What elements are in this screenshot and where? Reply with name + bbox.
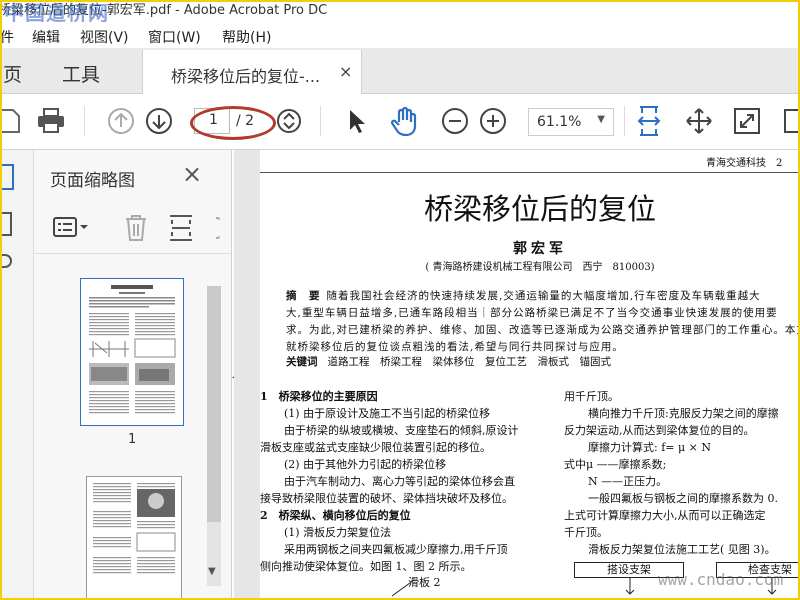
menu-help[interactable]: 帮助(H) bbox=[222, 27, 271, 47]
keywords-label: 关键词 bbox=[286, 356, 318, 368]
article-affiliation: ( 青海路桥建设机械工程有限公司 西宁 810003) bbox=[425, 262, 655, 273]
abstract-line: 求。为此,对已建桥梁的养护、维修、加固、改造等已逐渐成为公路交通养护管理部门的工… bbox=[286, 324, 800, 336]
toolbar-divider bbox=[320, 106, 321, 136]
abstract-line: 大,重型车辆日益增多,已通车路段相当｜部分公路桥梁已满足不了当今交通事业快速发展… bbox=[286, 307, 778, 319]
menu-file[interactable]: 件 bbox=[2, 27, 14, 47]
body-line: 用千斤顶。 bbox=[564, 390, 619, 403]
menu-window[interactable]: 窗口(W) bbox=[148, 27, 201, 47]
more-tools-icon[interactable] bbox=[778, 106, 798, 136]
page-thumbnail-2[interactable] bbox=[86, 476, 182, 598]
body-line: 横向推力千斤顶:克服反力架之间的摩擦 bbox=[588, 407, 779, 420]
abstract-line: 随着我国社会经济的快速持续发展,交通运输量的大幅度增加,行车密度及车辆载重越大 bbox=[326, 290, 761, 302]
body-line: 式中μ ——摩擦系数; bbox=[564, 458, 667, 471]
thumbnail-page-number: 1 bbox=[128, 432, 137, 447]
tab-document-label: 桥梁移位后的复位-... bbox=[171, 67, 321, 86]
zoom-out-icon[interactable] bbox=[440, 106, 470, 136]
abstract-label: 摘 要 bbox=[286, 290, 321, 302]
toolbar-divider bbox=[624, 106, 625, 136]
page-thumbnails-icon[interactable] bbox=[2, 164, 14, 190]
tab-tools[interactable]: 工具 bbox=[62, 60, 100, 87]
body-line: 千斤顶。 bbox=[564, 526, 608, 539]
save-icon[interactable] bbox=[2, 106, 24, 136]
page-header: 青海交通科技 2 bbox=[706, 158, 783, 169]
thumbnail-scrollbar[interactable]: ▼ bbox=[204, 286, 224, 586]
body-line: 滑板反力架复位法施工工艺( 见图 3)。 bbox=[588, 543, 776, 556]
tab-close-icon[interactable]: × bbox=[339, 62, 352, 81]
toolbar: 1 / 2 61.1% ▼ bbox=[2, 94, 798, 150]
attachments-icon[interactable] bbox=[2, 254, 12, 268]
article-title: 桥梁移位后的复位 bbox=[423, 192, 656, 226]
body-line: 接导致桥梁限位装置的破坏、梁体挡块破坏及移位。 bbox=[260, 492, 513, 505]
flow-arrow bbox=[625, 578, 635, 595]
navigation-strip bbox=[2, 150, 34, 598]
body-line: 侧向推动使梁体复位。如图 1、图 2 所示。 bbox=[260, 560, 472, 573]
bookmarks-icon[interactable] bbox=[2, 212, 12, 236]
next-page-icon[interactable] bbox=[144, 106, 174, 136]
annotation-circle bbox=[190, 106, 276, 140]
abstract: 摘 要随着我国社会经济的快速持续发展,交通运输量的大幅度增加,行车密度及车辆载重… bbox=[286, 288, 800, 356]
body-column-right: 用千斤顶。横向推力千斤顶:克服反力架之间的摩擦反力架运动,从而达到梁体复位的目的… bbox=[564, 388, 798, 558]
hand-tool-icon[interactable] bbox=[390, 106, 420, 136]
body-line: 由于桥梁的纵坡或横坡、支座垫石的倾斜,原设计 bbox=[284, 424, 519, 437]
zoom-in-icon[interactable] bbox=[478, 106, 508, 136]
keywords: 关键词 道路工程 桥梁工程 梁体移位 复位工艺 滑板式 锚固式 bbox=[286, 354, 611, 369]
body-line: 1 桥梁移位的主要原因 bbox=[260, 390, 378, 403]
thumbnail-toolbar bbox=[34, 202, 232, 254]
full-screen-icon[interactable] bbox=[732, 106, 762, 136]
select-cursor-icon[interactable] bbox=[342, 106, 372, 136]
body-line: 滑板支座或盆式支座缺少限位装置引起的移位。 bbox=[260, 441, 491, 454]
body-line: 摩擦力计算式: f= μ × N bbox=[588, 441, 711, 454]
body-line: (1) 滑板反力架复位法 bbox=[284, 526, 392, 539]
body-column-left: 1 桥梁移位的主要原因 (1) 由于原设计及施工不当引起的桥梁位移由于桥梁的纵坡或… bbox=[260, 388, 552, 575]
app-window: 桥梁移位后的复位-郭宏军.pdf - Adobe Acrobat Pro DC … bbox=[0, 0, 800, 600]
page-stepper-icon[interactable] bbox=[274, 106, 304, 136]
previous-page-icon[interactable] bbox=[106, 106, 136, 136]
watermark-bottom: www.cndao.com bbox=[658, 570, 784, 589]
keywords-text: 道路工程 桥梁工程 梁体移位 复位工艺 滑板式 锚固式 bbox=[327, 356, 612, 368]
thumbnails-panel: 页面缩略图 × 1 ▼ bbox=[34, 150, 232, 598]
trash-icon[interactable] bbox=[124, 214, 148, 246]
print-icon[interactable] bbox=[36, 106, 66, 136]
menu-view[interactable]: 视图(V) bbox=[80, 27, 129, 47]
tab-home[interactable]: 主页 bbox=[2, 60, 22, 87]
document-view: 青海交通科技 2 桥梁移位后的复位 郭宏军 ( 青海路桥建设机械工程有限公司 西… bbox=[234, 150, 800, 598]
page-thumbnail-1[interactable] bbox=[80, 278, 184, 426]
body-line: 2 桥梁纵、横向移位后的复位 bbox=[260, 509, 411, 522]
scroll-down-icon[interactable]: ▼ bbox=[208, 566, 216, 577]
close-icon[interactable]: × bbox=[182, 160, 202, 188]
fit-width-icon[interactable] bbox=[634, 106, 664, 136]
menu-edit[interactable]: 编辑 bbox=[32, 27, 60, 47]
pdf-page: 青海交通科技 2 桥梁移位后的复位 郭宏军 ( 青海路桥建设机械工程有限公司 西… bbox=[260, 150, 800, 598]
scrollbar-thumb[interactable] bbox=[207, 286, 221, 522]
rotate-view-icon[interactable] bbox=[684, 106, 714, 136]
body-line: 由于汽车制动力、离心力等引起的梁体位移会直 bbox=[284, 475, 515, 488]
zoom-value: 61.1% bbox=[537, 114, 582, 130]
article-author: 郭宏军 bbox=[513, 241, 567, 257]
watermark-top: 中国道桥网 bbox=[4, 2, 109, 22]
zoom-select[interactable]: 61.1% ▼ bbox=[528, 108, 614, 136]
header-rule bbox=[260, 172, 798, 173]
more-options-icon[interactable] bbox=[206, 214, 227, 246]
chevron-down-icon: ▼ bbox=[597, 114, 605, 125]
tab-document[interactable]: 桥梁移位后的复位-... × bbox=[142, 50, 362, 94]
body-line: 一般四氟板与钢板之间的摩擦系数为 0. bbox=[588, 492, 778, 505]
body-line: 反力架运动,从而达到梁体复位的目的。 bbox=[564, 424, 755, 437]
body-line: (2) 由于其他外力引起的桥梁位移 bbox=[284, 458, 447, 471]
menu-bar: 件 编辑 视图(V) 窗口(W) 帮助(H) bbox=[2, 24, 798, 48]
insert-page-icon[interactable] bbox=[168, 214, 194, 246]
panel-title: 页面缩略图 bbox=[50, 171, 135, 191]
tab-bar: 主页 工具 桥梁移位后的复位-... × bbox=[2, 48, 798, 94]
body-line: 上式可计算摩擦力大小,从而可以正确选定 bbox=[564, 509, 766, 522]
body-line: (1) 由于原设计及施工不当引起的桥梁位移 bbox=[284, 407, 491, 420]
thumbnail-options-icon[interactable] bbox=[52, 216, 90, 244]
body-line: N ——正压力。 bbox=[588, 475, 668, 488]
toolbar-divider bbox=[84, 106, 85, 136]
figure-leader-line bbox=[391, 579, 415, 597]
title-bar: 桥梁移位后的复位-郭宏军.pdf - Adobe Acrobat Pro DC … bbox=[2, 2, 798, 22]
body-line: 采用两钢板之间夹四氟板减少摩擦力,用千斤顶 bbox=[284, 543, 508, 556]
